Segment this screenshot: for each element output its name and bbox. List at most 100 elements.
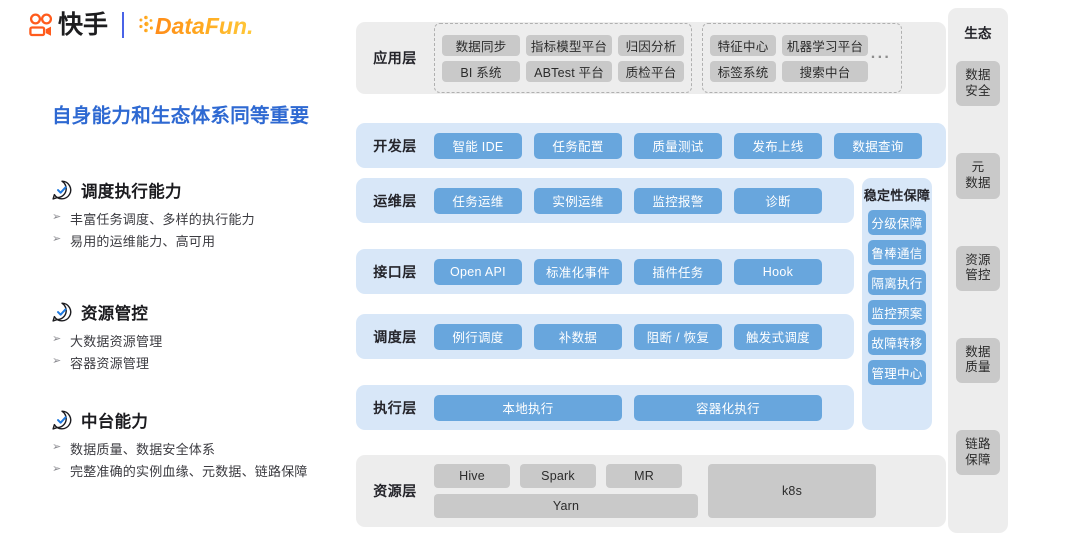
chip-eco-line1: 数据	[965, 344, 991, 359]
chip-eco-line2: 保障	[965, 452, 991, 467]
ecosystem-title: 生态	[964, 26, 992, 41]
brand-logo-row: 快手 DataFun.	[28, 10, 270, 40]
chip-stability[interactable]: 隔离执行	[868, 270, 926, 295]
chip-eco-line2: 管控	[965, 268, 991, 283]
layer-resource: 资源层 Hive Spark MR Yarn k8s	[356, 455, 946, 527]
layer-dev-chips: 智能 IDE 任务配置 质量测试 发布上线 数据查询	[434, 132, 922, 159]
chip-schedule[interactable]: 补数据	[534, 323, 622, 350]
chip-resource-k8s[interactable]: k8s	[708, 464, 876, 518]
chip-ops[interactable]: 实例运维	[534, 187, 622, 214]
ecosystem-panel: 生态 数据 安全 元 数据 资源 管控 数据 质量 链路 保障	[948, 8, 1008, 533]
layer-app: 应用层 数据同步 指标模型平台 归因分析 BI 系统 ABTest 平台 质检平…	[356, 22, 946, 94]
chip-ops[interactable]: 监控报警	[634, 187, 722, 214]
chip-app[interactable]: 数据同步	[442, 34, 520, 56]
chip-app[interactable]: 指标模型平台	[526, 34, 612, 56]
chip-eco-data-quality[interactable]: 数据 质量	[956, 337, 1000, 383]
list-item: ➢ 完整准确的实例血缘、元数据、链路保障	[52, 461, 332, 482]
datafun-logo-icon: DataFun.	[138, 10, 270, 40]
layer-dev: 开发层 智能 IDE 任务配置 质量测试 发布上线 数据查询	[356, 123, 946, 168]
chip-eco-data-security[interactable]: 数据 安全	[956, 61, 1000, 107]
feature-header: 资源管控	[52, 300, 332, 324]
list-item-label: 完整准确的实例血缘、元数据、链路保障	[70, 464, 308, 480]
chip-eco-line1: 数据	[965, 68, 991, 82]
chip-dev[interactable]: 智能 IDE	[434, 132, 522, 159]
chip-app[interactable]: 机器学习平台	[782, 34, 868, 56]
list-item: ➢ 易用的运维能力、高可用	[52, 231, 332, 252]
chip-dev[interactable]: 质量测试	[634, 132, 722, 159]
chip-exec[interactable]: 容器化执行	[634, 394, 822, 421]
chip-dev[interactable]: 数据查询	[834, 132, 922, 159]
chip-app[interactable]: 特征中心	[710, 34, 776, 56]
chip-schedule[interactable]: 阻断 / 恢复	[634, 323, 722, 350]
feature-header: 调度执行能力	[52, 178, 332, 202]
layer-label-resource: 资源层	[373, 483, 417, 499]
layer-exec-chips: 本地执行 容器化执行	[434, 394, 822, 421]
kuaishou-name: 快手	[58, 10, 109, 39]
chip-stability[interactable]: 分级保障	[868, 210, 926, 235]
feature-title: 中台能力	[81, 413, 149, 431]
layer-api-chips: Open API 标准化事件 插件任务 Hook	[434, 258, 822, 285]
chip-app[interactable]: 质检平台	[618, 60, 684, 82]
chip-api[interactable]: 标准化事件	[534, 258, 622, 285]
chip-dev[interactable]: 发布上线	[734, 132, 822, 159]
chip-stability[interactable]: 监控预案	[868, 300, 926, 325]
brand-divider	[122, 12, 125, 38]
feature-title: 调度执行能力	[81, 183, 182, 201]
kuaishou-logo-icon	[28, 12, 54, 38]
list-item-label: 丰富任务调度、多样的执行能力	[70, 212, 255, 227]
layer-exec: 执行层 本地执行 容器化执行	[356, 385, 854, 430]
left-panel: 快手 DataFun. 自身能力和生态体系同等重要 调度执行能力 ➢ 丰富任务调…	[0, 0, 340, 541]
arrow-bullet-icon: ➢	[52, 355, 62, 368]
chip-eco-metadata[interactable]: 元 数据	[956, 153, 1000, 199]
arrow-bullet-icon: ➢	[52, 211, 62, 223]
list-item-label: 大数据资源管理	[70, 334, 163, 349]
layer-ops-chips: 任务运维 实例运维 监控报警 诊断	[434, 187, 822, 214]
app-group-more-icon[interactable]: ···	[868, 35, 894, 82]
kuaishou-logo: 快手	[28, 12, 108, 38]
feature-block-midplatform: 中台能力 ➢ 数据质量、数据安全体系 ➢ 完整准确的实例血缘、元数据、链路保障	[52, 408, 332, 483]
chip-resource[interactable]: Spark	[520, 464, 596, 488]
feature-block-resource: 资源管控 ➢ 大数据资源管理 ➢ 容器资源管理	[52, 300, 332, 375]
list-item: ➢ 容器资源管理	[52, 353, 332, 374]
chip-api[interactable]: Hook	[734, 258, 822, 285]
chip-api[interactable]: Open API	[434, 258, 522, 285]
layer-label-exec: 执行层	[373, 399, 417, 416]
chip-resource[interactable]: Yarn	[434, 494, 698, 518]
layer-label-schedule: 调度层	[373, 328, 417, 345]
chip-stability[interactable]: 故障转移	[868, 330, 926, 355]
chip-stability[interactable]: 管理中心	[868, 360, 926, 385]
layer-schedule-chips: 例行调度 补数据 阻断 / 恢复 触发式调度	[434, 323, 822, 350]
layer-schedule: 调度层 例行调度 补数据 阻断 / 恢复 触发式调度	[356, 314, 854, 359]
chip-resource[interactable]: Hive	[434, 464, 510, 488]
check-circle-icon	[52, 180, 72, 200]
architecture-diagram: 应用层 数据同步 指标模型平台 归因分析 BI 系统 ABTest 平台 质检平…	[348, 0, 1080, 541]
chip-app[interactable]: 搜索中台	[782, 60, 868, 82]
chip-app[interactable]: 标签系统	[710, 60, 776, 82]
chip-schedule[interactable]: 例行调度	[434, 323, 522, 350]
datafun-name: DataFun.	[155, 13, 253, 39]
chip-exec[interactable]: 本地执行	[434, 394, 622, 421]
layer-label-ops: 运维层	[373, 192, 417, 209]
chip-app[interactable]: 归因分析	[618, 34, 684, 56]
feature-bullet-list: ➢ 丰富任务调度、多样的执行能力 ➢ 易用的运维能力、高可用	[52, 209, 332, 252]
chip-app[interactable]: ABTest 平台	[526, 60, 612, 82]
chip-dev[interactable]: 任务配置	[534, 132, 622, 159]
chip-api[interactable]: 插件任务	[634, 258, 722, 285]
chip-eco-resource-control[interactable]: 资源 管控	[956, 245, 1000, 291]
chip-stability[interactable]: 鲁棒通信	[868, 240, 926, 265]
chip-eco-lineage[interactable]: 链路 保障	[956, 430, 1000, 476]
arrow-bullet-icon: ➢	[52, 463, 62, 476]
layer-ops: 运维层 任务运维 实例运维 监控报警 诊断	[356, 178, 854, 223]
chip-resource[interactable]: MR	[606, 464, 682, 488]
arrow-bullet-icon: ➢	[52, 233, 62, 246]
feature-header: 中台能力	[52, 408, 332, 432]
feature-bullet-list: ➢ 大数据资源管理 ➢ 容器资源管理	[52, 331, 332, 374]
chip-schedule[interactable]: 触发式调度	[734, 323, 822, 350]
chip-app[interactable]: BI 系统	[442, 60, 520, 82]
app-group-data: 数据同步 指标模型平台 归因分析 BI 系统 ABTest 平台 质检平台	[434, 23, 692, 93]
chip-ops[interactable]: 诊断	[734, 187, 822, 214]
page-title: 自身能力和生态体系同等重要	[52, 105, 310, 127]
check-circle-icon	[52, 410, 72, 430]
chip-ops[interactable]: 任务运维	[434, 187, 522, 214]
chip-eco-line1: 元	[971, 160, 985, 175]
